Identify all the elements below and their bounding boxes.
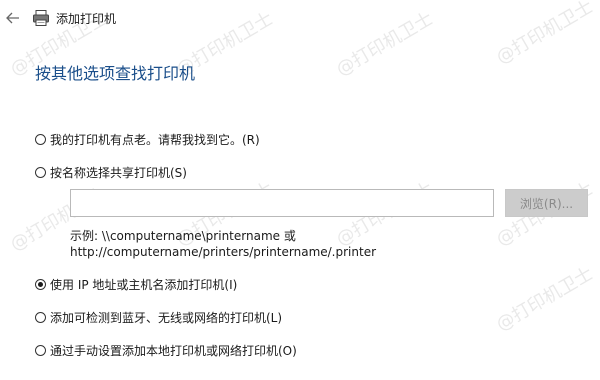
back-arrow-icon [6,12,19,24]
radio-button-selected[interactable] [35,279,46,290]
option-manual-settings[interactable]: 通过手动设置添加本地打印机或网络打印机(O) [35,342,297,359]
radio-button[interactable] [35,134,46,145]
watermark-text: @打印机卫士 [492,263,597,336]
radio-button[interactable] [35,312,46,323]
option-label: 我的打印机有点老。请帮我找到它。(R) [50,133,260,147]
printer-icon [33,10,49,26]
option-label: 添加可检测到蓝牙、无线或网络的打印机(L) [50,311,283,325]
browse-button[interactable]: 浏览(R)... [505,189,588,217]
option-label: 使用 IP 地址或主机名添加打印机(I) [50,278,238,292]
back-button[interactable] [2,7,24,29]
option-older-printer[interactable]: 我的打印机有点老。请帮我找到它。(R) [35,131,260,148]
example-text: 示例: \\computername\printername 或 http://… [70,228,376,260]
option-bluetooth-wireless-network[interactable]: 添加可检测到蓝牙、无线或网络的打印机(L) [35,309,282,326]
option-label: 通过手动设置添加本地打印机或网络打印机(O) [50,344,297,358]
option-ip-or-hostname[interactable]: 使用 IP 地址或主机名添加打印机(I) [35,276,237,293]
example-line: http://computername/printers/printername… [70,245,377,259]
radio-button[interactable] [35,167,46,178]
shared-printer-name-input[interactable] [70,189,494,217]
option-shared-printer-by-name[interactable]: 按名称选择共享打印机(S) [35,164,187,181]
title-bar: 添加打印机 [0,0,600,36]
option-label: 按名称选择共享打印机(S) [50,166,187,180]
example-line: 示例: \\computername\printername 或 [70,229,296,243]
radio-button[interactable] [35,345,46,356]
window-title: 添加打印机 [56,12,117,26]
page-heading: 按其他选项查找打印机 [35,64,196,83]
